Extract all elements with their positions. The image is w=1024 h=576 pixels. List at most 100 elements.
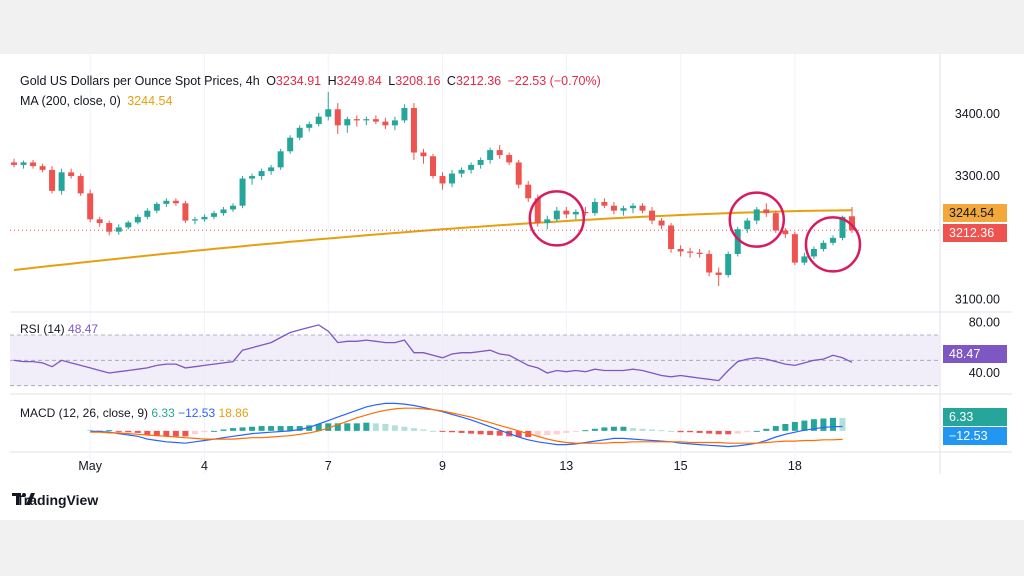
candle-body	[210, 213, 217, 217]
candle-body	[801, 256, 808, 263]
macd-hist-bar	[410, 428, 417, 431]
candle-body	[306, 124, 313, 128]
macd-hist-bar	[220, 429, 227, 431]
candle-body	[658, 220, 665, 226]
candle-body	[125, 222, 132, 228]
candle-body	[96, 219, 103, 224]
candle-body	[591, 202, 598, 214]
price-chart[interactable]: 3100.003200.003300.003400.00May479131518…	[0, 54, 1024, 520]
candle-body	[763, 209, 770, 214]
candle-body	[468, 164, 475, 170]
tradingview-logo: TradingView	[12, 492, 98, 508]
time-tick-label: 18	[788, 459, 802, 473]
candle-body	[772, 213, 779, 231]
rsi-value: 48.47	[68, 322, 99, 336]
macd-hist-bar	[172, 430, 179, 437]
macd-hist-bar	[696, 430, 703, 433]
macd-hist-bar	[134, 430, 141, 433]
macd-hist-bar	[591, 428, 598, 431]
macd-hist-bar	[458, 430, 465, 433]
candle-body	[563, 210, 570, 215]
macd-hist-bar	[601, 427, 608, 431]
candle-body	[477, 159, 484, 165]
candle-body	[544, 219, 551, 224]
close-label: C	[446, 74, 456, 88]
macd-hist-bar	[353, 423, 360, 431]
low-value: 3208.16	[395, 74, 441, 88]
candle-body	[296, 127, 303, 138]
candle-body	[11, 162, 17, 165]
candle-body	[572, 211, 579, 215]
candle-body	[230, 205, 237, 210]
macd-hist-bar	[125, 430, 132, 433]
macd-hist-bar	[430, 430, 436, 432]
candle-body	[68, 172, 75, 177]
ma-price-tag: 3244.54	[943, 204, 1007, 222]
macd-hist-bar	[372, 423, 379, 431]
price-tick-label: 3300.00	[955, 169, 1000, 183]
macd-hist-bar	[553, 430, 560, 435]
candle-body	[744, 220, 751, 230]
rsi-legend: RSI (14) 48.47	[20, 322, 98, 336]
candle-body	[553, 210, 560, 220]
macd-hist-bar	[153, 430, 160, 436]
macd-hist-bar	[115, 430, 122, 432]
candle-body	[677, 249, 684, 252]
rsi-tag: 48.47	[943, 345, 1007, 363]
macd-tag: 6.33	[943, 408, 1007, 426]
candle-body	[344, 119, 351, 126]
candle-body	[639, 205, 646, 211]
macd-hist-bar	[420, 429, 427, 431]
macd-hist-bar	[734, 430, 741, 434]
time-tick-label: 9	[439, 459, 446, 473]
macd-hist-bar	[230, 428, 237, 431]
tradingview-logo-icon	[12, 493, 35, 505]
candle-body	[629, 205, 636, 209]
macd-hist-bar	[658, 430, 665, 432]
candle-body	[420, 152, 427, 157]
candle-body	[172, 200, 179, 204]
candle-body	[620, 208, 627, 211]
macd-hist-bar	[249, 426, 256, 431]
candle-body	[410, 108, 417, 153]
price-tick-label: 3100.00	[955, 293, 1000, 307]
candle-body	[649, 210, 656, 221]
candle-body	[258, 171, 265, 177]
macd-hist-bar	[572, 430, 579, 432]
close-value: 3212.36	[455, 74, 502, 88]
macd-signal-value: −12.53	[178, 406, 216, 420]
macd-hist-bar	[277, 426, 284, 431]
open-value: 3234.91	[275, 74, 322, 88]
macd-hist-bar	[201, 430, 208, 433]
candle-body	[601, 202, 608, 206]
macd-hist-bar	[610, 426, 617, 431]
candle-body	[277, 151, 284, 168]
signal-tag: −12.53	[943, 427, 1007, 445]
candle-body	[458, 169, 465, 174]
ma-label: MA (200, close, 0)	[20, 94, 121, 108]
candle-body	[791, 234, 798, 263]
candle-body	[401, 108, 408, 121]
candle-body	[687, 251, 694, 253]
candle-body	[382, 121, 389, 126]
macd-hist-bar	[753, 430, 760, 432]
macd-hist-bar	[629, 428, 636, 431]
candle-body	[372, 119, 379, 122]
chart-card: 3100.003200.003300.003400.00May479131518…	[0, 54, 1024, 520]
candle-body	[753, 209, 760, 221]
macd-hist-bar	[182, 430, 189, 437]
candle-body	[49, 169, 56, 191]
macd-hist-bar	[715, 430, 722, 435]
candle-body	[268, 167, 275, 172]
candle-body	[391, 120, 398, 126]
macd-hist-bar	[744, 430, 751, 433]
rsi-tick-label: 40.00	[969, 366, 1000, 380]
time-tick-label: 7	[325, 459, 332, 473]
candle-body	[144, 210, 151, 217]
candle-body	[430, 156, 436, 177]
macd-hist-bar	[639, 428, 646, 431]
candle-body	[182, 203, 189, 221]
time-tick-label: 4	[201, 459, 208, 473]
candle-body	[115, 227, 122, 232]
ohlc-legend: Gold US Dollars per Ounce Spot Prices, 4…	[20, 74, 604, 88]
